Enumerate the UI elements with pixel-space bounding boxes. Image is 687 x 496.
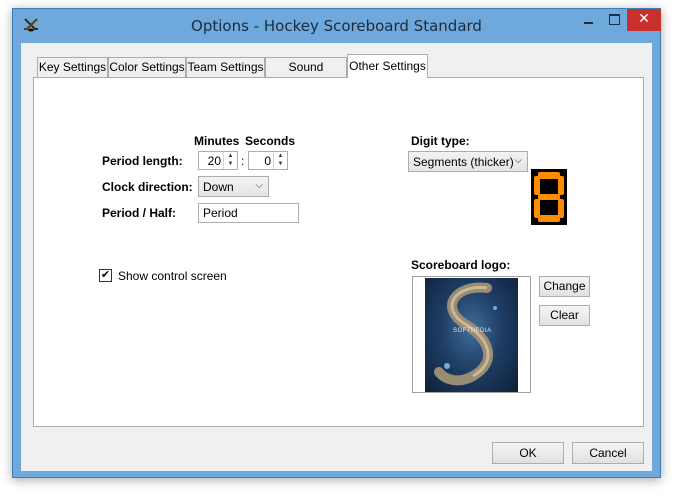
show-control-checkbox[interactable]: ✔ [99,269,112,282]
digit-segment-2 [558,199,564,218]
minutes-up-icon[interactable]: ▲ [224,152,237,160]
clear-logo-button[interactable]: Clear [539,305,590,326]
scoreboard-logo-frame: SOFTPEDIA [412,276,531,393]
maximize-button[interactable] [601,9,627,31]
digit-segment-5 [534,176,540,195]
minutes-spinner[interactable]: 20 ▲ ▼ [198,151,238,170]
digit-segment-3 [538,215,560,222]
period-half-input[interactable] [199,204,298,222]
minimize-icon [584,22,593,24]
scoreboard-logo-image: SOFTPEDIA [425,278,518,392]
options-window: Options - Hockey Scoreboard Standard ✕ K… [12,8,661,478]
tab-sound-settings[interactable]: Sound Settings [265,57,347,92]
ok-button[interactable]: OK [492,442,564,464]
window-title: Options - Hockey Scoreboard Standard [191,17,482,35]
seconds-up-icon[interactable]: ▲ [274,152,287,160]
digit-segment-6 [538,194,560,200]
other-settings-panel: Minutes Seconds Period length: 20 ▲ ▼ : … [33,77,644,427]
minutes-down-icon[interactable]: ▼ [224,160,237,168]
cancel-button[interactable]: Cancel [572,442,644,464]
digit-type-label: Digit type: [411,134,470,148]
clock-direction-select[interactable]: Down ⌵ [198,176,269,197]
minutes-header: Minutes [194,134,240,148]
scoreboard-logo-label: Scoreboard logo: [411,258,511,272]
clock-direction-label: Clock direction: [102,180,193,194]
minimize-button[interactable] [575,9,601,31]
tab-team-settings[interactable]: Team Settings [186,57,265,77]
maximize-icon [609,14,620,25]
dialog-client-area: Key Settings Color Settings Team Setting… [21,43,652,471]
digit-type-value: Segments (thicker) [413,155,514,169]
period-length-label: Period length: [102,154,183,168]
logo-watermark: SOFTPEDIA [453,328,492,334]
tab-color-settings[interactable]: Color Settings [108,57,186,77]
digit-segment-4 [534,199,540,218]
clock-direction-value: Down [203,180,234,194]
digit-preview [531,169,567,225]
tab-other-settings[interactable]: Other Settings [347,54,428,78]
seconds-spinner[interactable]: 0 ▲ ▼ [248,151,288,170]
digit-type-select[interactable]: Segments (thicker) ⌵ [408,151,528,172]
seconds-header: Seconds [245,134,296,148]
close-button[interactable]: ✕ [627,9,661,31]
seconds-value: 0 [264,154,271,168]
tab-key-settings[interactable]: Key Settings [37,57,108,77]
digit-preview-icon [534,172,564,222]
seconds-down-icon[interactable]: ▼ [274,160,287,168]
time-separator: : [241,154,245,168]
logo-art [434,282,497,386]
title-bar[interactable]: Options - Hockey Scoreboard Standard ✕ [13,9,661,43]
digit-segment-0 [538,172,560,179]
chevron-down-icon: ⌵ [255,180,263,191]
close-icon: ✕ [638,11,650,27]
change-logo-button[interactable]: Change [539,276,590,297]
period-half-label: Period / Half: [102,206,177,220]
digit-segment-1 [558,176,564,195]
chevron-down-icon: ⌵ [514,155,522,166]
minutes-value: 20 [207,154,221,168]
period-half-field[interactable] [198,203,299,223]
show-control-label[interactable]: Show control screen [118,269,227,283]
